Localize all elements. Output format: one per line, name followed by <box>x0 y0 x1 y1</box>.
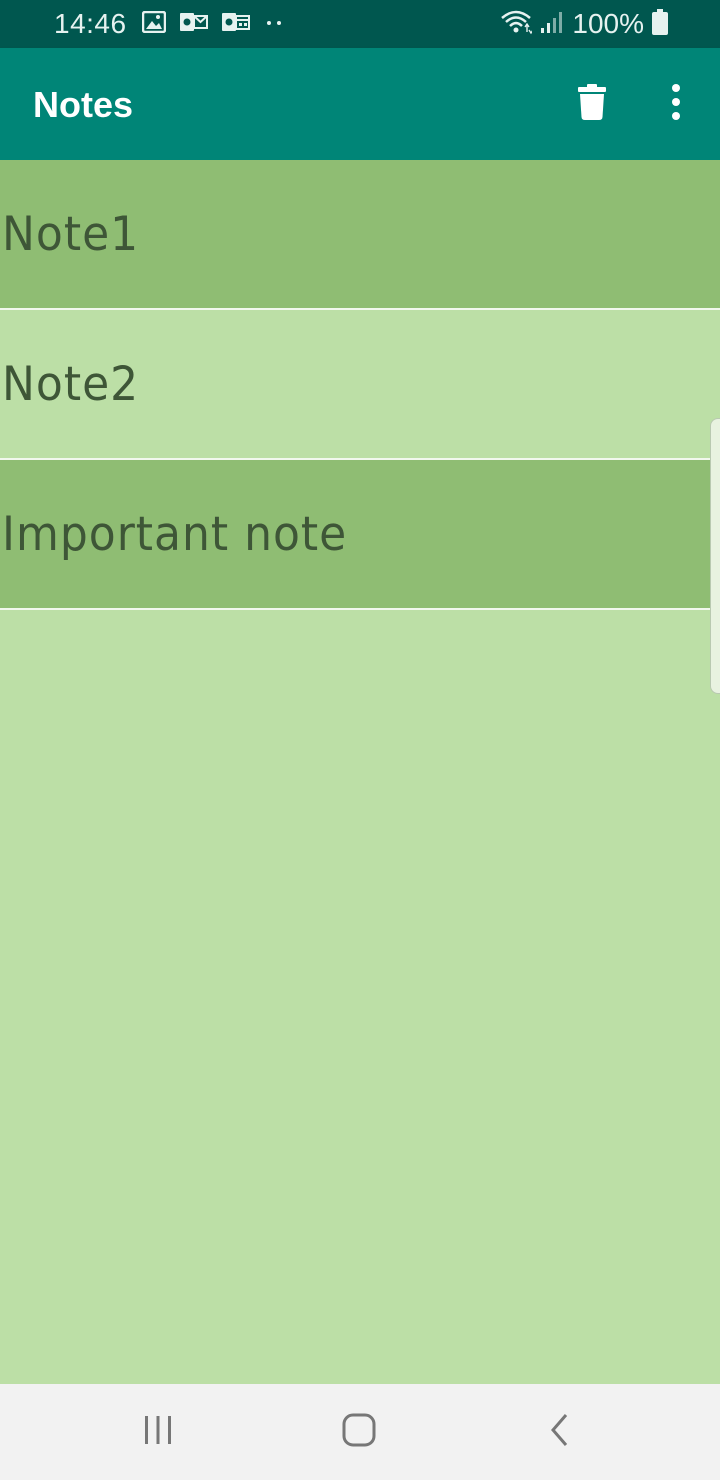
notes-list: Note1 Note2 Important note <box>0 160 720 610</box>
back-button[interactable] <box>528 1408 592 1456</box>
recent-apps-button[interactable] <box>126 1408 190 1456</box>
home-icon <box>341 1412 377 1452</box>
status-bar: 14:46 100% <box>0 0 720 48</box>
status-time: 14:46 <box>54 8 127 39</box>
recent-apps-icon <box>142 1414 174 1450</box>
notification-icons <box>141 10 284 38</box>
navigation-bar <box>0 1384 720 1480</box>
battery-percentage: 100% <box>572 8 644 39</box>
system-icons: 100% <box>500 8 668 40</box>
back-icon <box>548 1412 572 1452</box>
home-button[interactable] <box>327 1408 391 1456</box>
image-icon <box>141 10 167 38</box>
overflow-menu-button[interactable] <box>654 76 698 132</box>
toolbar: Notes <box>0 48 720 160</box>
signal-icon <box>540 9 564 40</box>
list-item[interactable]: Important note <box>0 460 720 610</box>
more-notifications-icon <box>264 11 284 38</box>
outlook-calendar-icon <box>222 11 250 38</box>
note-title: Important note <box>2 506 348 562</box>
note-title: Note2 <box>2 356 140 412</box>
battery-icon <box>652 8 668 40</box>
outlook-mail-icon <box>180 11 208 38</box>
edge-panel-handle[interactable] <box>710 418 720 694</box>
overflow-menu-icon <box>671 84 681 124</box>
list-item[interactable]: Note2 <box>0 310 720 460</box>
list-item[interactable]: Note1 <box>0 160 720 310</box>
page-title: Notes <box>33 84 134 125</box>
delete-button[interactable] <box>568 76 616 132</box>
wifi-icon <box>500 9 534 40</box>
note-title: Note1 <box>2 206 140 262</box>
trash-icon <box>578 84 606 124</box>
